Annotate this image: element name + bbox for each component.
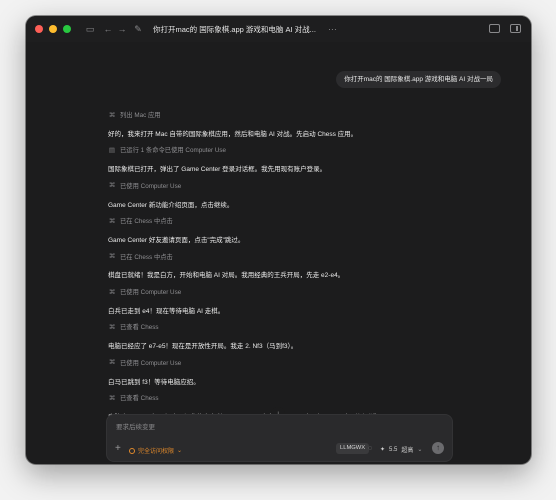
grid-icon: ⌘ xyxy=(108,182,116,190)
user-message-bubble: 你打开mac的 国际象棋.app 游戏和电脑 AI 对战一局 xyxy=(336,71,501,88)
list-icon: ▤ xyxy=(108,146,116,154)
progress-spinner-icon: ◌ xyxy=(368,445,373,452)
new-chat-icon[interactable]: ✎ xyxy=(131,24,145,35)
assistant-message: Game Center 新功能介绍页面，点击继续。 xyxy=(108,199,233,209)
message-text: 好的，我来打开 Mac 自带的国际象棋应用，然后和电脑 AI 对战。先启动 Ch… xyxy=(108,130,358,138)
sparkle-icon: ✦ xyxy=(380,447,386,453)
assistant-message: 好的，我来打开 Mac 自带的国际象棋应用，然后和电脑 AI 对战。先启动 Ch… xyxy=(108,128,357,138)
split-view-icon[interactable] xyxy=(489,24,500,33)
assistant-message: 国际象棋已打开，弹出了 Game Center 登录对话框。我先用现有账户登录。 xyxy=(108,163,326,173)
assistant-message: 白马已跳到 f3！等待电脑应招。 xyxy=(108,376,200,386)
grid-icon: ⌘ xyxy=(108,111,116,119)
grid-icon: ⌘ xyxy=(108,253,116,261)
environment-tag[interactable]: LLMGWX xyxy=(336,443,370,454)
title-bar: ▭ ← → ✎ 你打开mac的 国际象棋.app 游戏和电脑 AI 对战... … xyxy=(26,16,531,42)
sidebar-toggle-icon[interactable]: ▭ xyxy=(83,24,97,35)
message-text: 白马已跳到 f3！等待电脑应招。 xyxy=(108,378,200,386)
tool-activity-row[interactable]: ⌘ 已使用 Computer Use xyxy=(108,181,182,190)
grid-icon: ⌘ xyxy=(108,359,116,367)
window-title: 你打开mac的 国际象棋.app 游戏和电脑 AI 对战... xyxy=(153,24,316,34)
minimize-window-button[interactable] xyxy=(49,25,57,33)
tool-activity-label: 已在 Chess 中点击 xyxy=(120,253,173,261)
tool-activity-label: 已查看 Chess xyxy=(120,324,159,332)
tool-activity-row[interactable]: ▤ 已运行 1 条命令已使用 Computer Use xyxy=(108,145,227,155)
tool-activity-label: 已使用 Computer Use xyxy=(120,359,182,367)
tool-activity-label: 已查看 Chess xyxy=(120,395,159,403)
assistant-message: 棋盘已就绪！我是白方，开始和电脑 AI 对局。我用经典的王兵开局，先走 e2-e… xyxy=(108,269,344,279)
message-text: 国际象棋已打开，弹出了 Game Center 登录对话框。我先用现有账户登录。 xyxy=(108,166,327,174)
access-level-button[interactable]: 完全访问权限 ⌄ xyxy=(129,446,182,455)
grid-icon: ⌘ xyxy=(108,288,116,296)
assistant-message: 电脑已经应了 e7-e5！现在是开放性开局。我走 2. Nf3（马到f3）。 xyxy=(108,340,297,350)
tool-activity-label: 已在 Chess 中点击 xyxy=(120,218,173,226)
window-controls xyxy=(35,25,71,33)
grid-icon: ⌘ xyxy=(108,217,116,225)
tool-activity-row[interactable]: ⌘ 列出 Mac 应用 xyxy=(108,110,161,120)
chevron-down-icon: ⌄ xyxy=(177,448,183,454)
tool-activity-label: 列出 Mac 应用 xyxy=(120,112,161,119)
clock-icon xyxy=(129,447,135,454)
grid-icon: ⌘ xyxy=(108,323,116,331)
message-text: 棋盘已就绪！我是白方，开始和电脑 AI 对局。我用经典的王兵开局，先走 e2-e… xyxy=(108,272,345,280)
more-options-icon[interactable]: ··· xyxy=(328,24,337,34)
chevron-down-icon: ⌄ xyxy=(417,447,423,453)
app-window: ▭ ← → ✎ 你打开mac的 国际象棋.app 游戏和电脑 AI 对战... … xyxy=(26,16,531,464)
grid-icon: ⌘ xyxy=(108,394,116,402)
model-label: 5.5 xyxy=(389,446,398,453)
back-arrow-icon[interactable]: ← xyxy=(101,24,115,34)
message-text: 电脑已经应了 e7-e5！现在是开放性开局。我走 2. Nf3（马到f3）。 xyxy=(108,343,298,351)
tool-activity-label: 已使用 Computer Use xyxy=(120,289,182,296)
chat-transcript: 你打开mac的 国际象棋.app 游戏和电脑 AI 对战一局 ⌘ 列出 Mac 应… xyxy=(26,42,531,464)
message-text: 白兵已走到 e4！现在等待电脑 AI 走棋。 xyxy=(108,307,225,315)
forward-arrow-icon[interactable]: → xyxy=(115,24,129,34)
composer-input[interactable]: 要求后续变更 xyxy=(116,421,155,431)
close-window-button[interactable] xyxy=(35,25,43,33)
access-level-label: 完全访问权限 xyxy=(138,449,175,455)
zoom-window-button[interactable] xyxy=(63,25,71,33)
tool-activity-row[interactable]: ⌘ 已查看 Chess xyxy=(108,322,159,332)
message-text: Game Center 新功能介绍页面，点击继续。 xyxy=(108,201,234,209)
right-panel-icon[interactable] xyxy=(510,24,521,33)
effort-label: 超高 xyxy=(401,448,414,454)
tool-activity-label: 已运行 1 条命令已使用 Computer Use xyxy=(120,147,227,155)
model-selector[interactable]: ✦ 5.5 超高 ⌄ xyxy=(380,445,423,455)
composer: 要求后续变更 + 完全访问权限 ⌄ LLMGWX ◌ ✦ 5.5 超高 ⌄ ↑ xyxy=(106,414,453,462)
send-button[interactable]: ↑ xyxy=(432,442,444,454)
assistant-message: Game Center 好友邀请页面，点击"完成"跳过。 xyxy=(108,234,244,244)
tool-activity-row[interactable]: ⌘ 已在 Chess 中点击 xyxy=(108,216,173,226)
tool-activity-row[interactable]: ⌘ 已使用 Computer Use xyxy=(108,287,182,297)
tool-activity-row[interactable]: ⌘ 已查看 Chess xyxy=(108,393,159,403)
add-attachment-icon[interactable]: + xyxy=(115,444,121,454)
tool-activity-row[interactable]: ⌘ 已在 Chess 中点击 xyxy=(108,252,173,261)
titlebar-right-controls xyxy=(489,24,521,33)
tool-activity-row[interactable]: ⌘ 已使用 Computer Use xyxy=(108,358,182,367)
assistant-message: 白兵已走到 e4！现在等待电脑 AI 走棋。 xyxy=(108,305,224,315)
tool-activity-label: 已使用 Computer Use xyxy=(120,182,182,190)
message-text: Game Center 好友邀请页面，点击"完成"跳过。 xyxy=(108,236,245,244)
